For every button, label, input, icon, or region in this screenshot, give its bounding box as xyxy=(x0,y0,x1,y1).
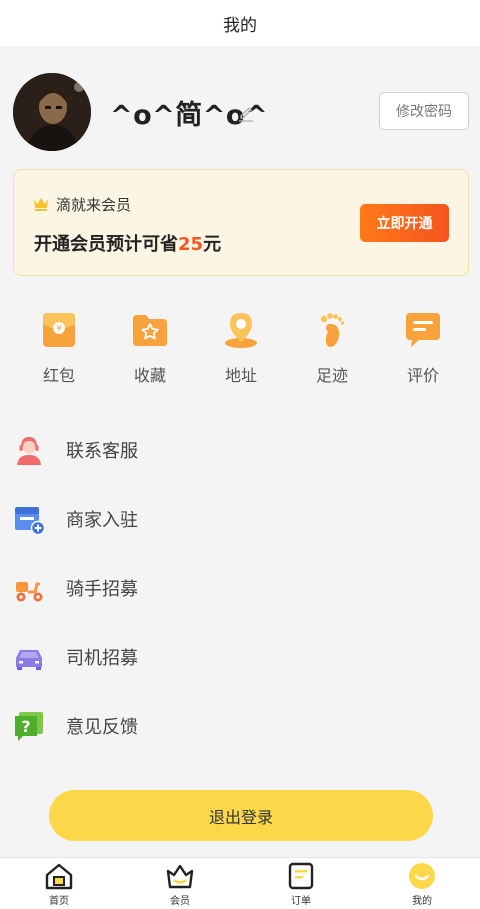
tab-vip[interactable]: 会员 xyxy=(150,861,210,907)
logout-button[interactable]: 退出登录 xyxy=(49,790,433,841)
edit-pencil-icon[interactable] xyxy=(237,104,255,122)
quick-item-label: 地址 xyxy=(224,366,257,385)
svg-text:¥: ¥ xyxy=(56,324,61,333)
tab-label: 订单 xyxy=(291,896,311,907)
tab-orders[interactable]: 订单 xyxy=(271,861,331,907)
vip-basket-icon xyxy=(166,864,194,889)
top-bar: 我的 xyxy=(0,0,480,46)
tab-profile[interactable]: 我的 xyxy=(392,861,452,907)
driver-car-icon xyxy=(16,649,42,670)
location-pin-icon xyxy=(225,313,257,348)
home-icon xyxy=(45,863,73,890)
quick-actions: ¥ 红包 收藏 地址 足迹 评价 xyxy=(0,310,480,390)
menu-item-label: 司机招募 xyxy=(66,647,138,669)
tab-label: 我的 xyxy=(412,896,432,907)
quick-item-footprint[interactable]: 足迹 xyxy=(292,310,372,386)
order-list-icon xyxy=(288,862,314,890)
vip-title: 滴就来会员 xyxy=(56,196,132,214)
quick-item-label: 红包 xyxy=(42,366,75,385)
menu-item-merchant-join[interactable]: 商家入驻 xyxy=(0,484,480,553)
quick-item-address[interactable]: 地址 xyxy=(201,310,281,386)
profile-section: ^o^简^o^ 修改密码 xyxy=(0,46,480,166)
vip-savings-text: 开通会员预计可省25元 xyxy=(34,230,221,256)
feedback-question-icon: ? xyxy=(15,711,43,741)
vip-savings-suffix: 元 xyxy=(203,234,222,255)
menu-item-label: 联系客服 xyxy=(66,440,138,462)
menu-item-customer-service[interactable]: 联系客服 xyxy=(0,415,480,484)
tab-home[interactable]: 首页 xyxy=(29,861,89,907)
quick-item-favorites[interactable]: 收藏 xyxy=(110,310,190,386)
menu-item-rider-recruit[interactable]: 骑手招募 xyxy=(0,553,480,622)
footprint-icon xyxy=(320,313,345,347)
menu-item-feedback[interactable]: ? 意见反馈 xyxy=(0,691,480,760)
quick-item-label: 收藏 xyxy=(133,366,166,385)
red-envelope-icon: ¥ xyxy=(43,313,75,347)
menu-item-label: 意见反馈 xyxy=(66,716,138,738)
change-password-button[interactable]: 修改密码 xyxy=(379,92,469,130)
vip-savings-prefix: 开通会员预计可省 xyxy=(34,234,178,255)
merchant-store-icon xyxy=(15,506,45,535)
tab-label: 会员 xyxy=(170,896,190,907)
review-chat-icon xyxy=(406,313,440,347)
avatar[interactable] xyxy=(13,73,91,151)
customer-service-icon xyxy=(17,436,41,465)
tab-label: 首页 xyxy=(49,896,69,907)
svg-text:?: ? xyxy=(21,717,30,736)
favorites-folder-icon xyxy=(133,315,167,346)
vip-membership-card: 滴就来会员 开通会员预计可省25元 立即开通 xyxy=(13,169,469,276)
crown-icon xyxy=(34,198,48,211)
profile-face-icon xyxy=(409,863,435,889)
menu-item-label: 骑手招募 xyxy=(66,578,138,600)
vip-savings-amount: 25 xyxy=(178,234,204,255)
quick-item-red-envelope[interactable]: ¥ 红包 xyxy=(19,310,99,386)
quick-item-review[interactable]: 评价 xyxy=(383,310,463,386)
menu-item-driver-recruit[interactable]: 司机招募 xyxy=(0,622,480,691)
bottom-tab-bar: 首页 会员 订单 我的 xyxy=(0,857,480,909)
quick-item-label: 足迹 xyxy=(315,366,348,385)
page-title: 我的 xyxy=(223,15,257,36)
rider-scooter-icon xyxy=(16,581,43,601)
open-vip-button[interactable]: 立即开通 xyxy=(360,204,449,242)
quick-item-label: 评价 xyxy=(406,366,439,385)
menu-item-label: 商家入驻 xyxy=(66,509,138,531)
